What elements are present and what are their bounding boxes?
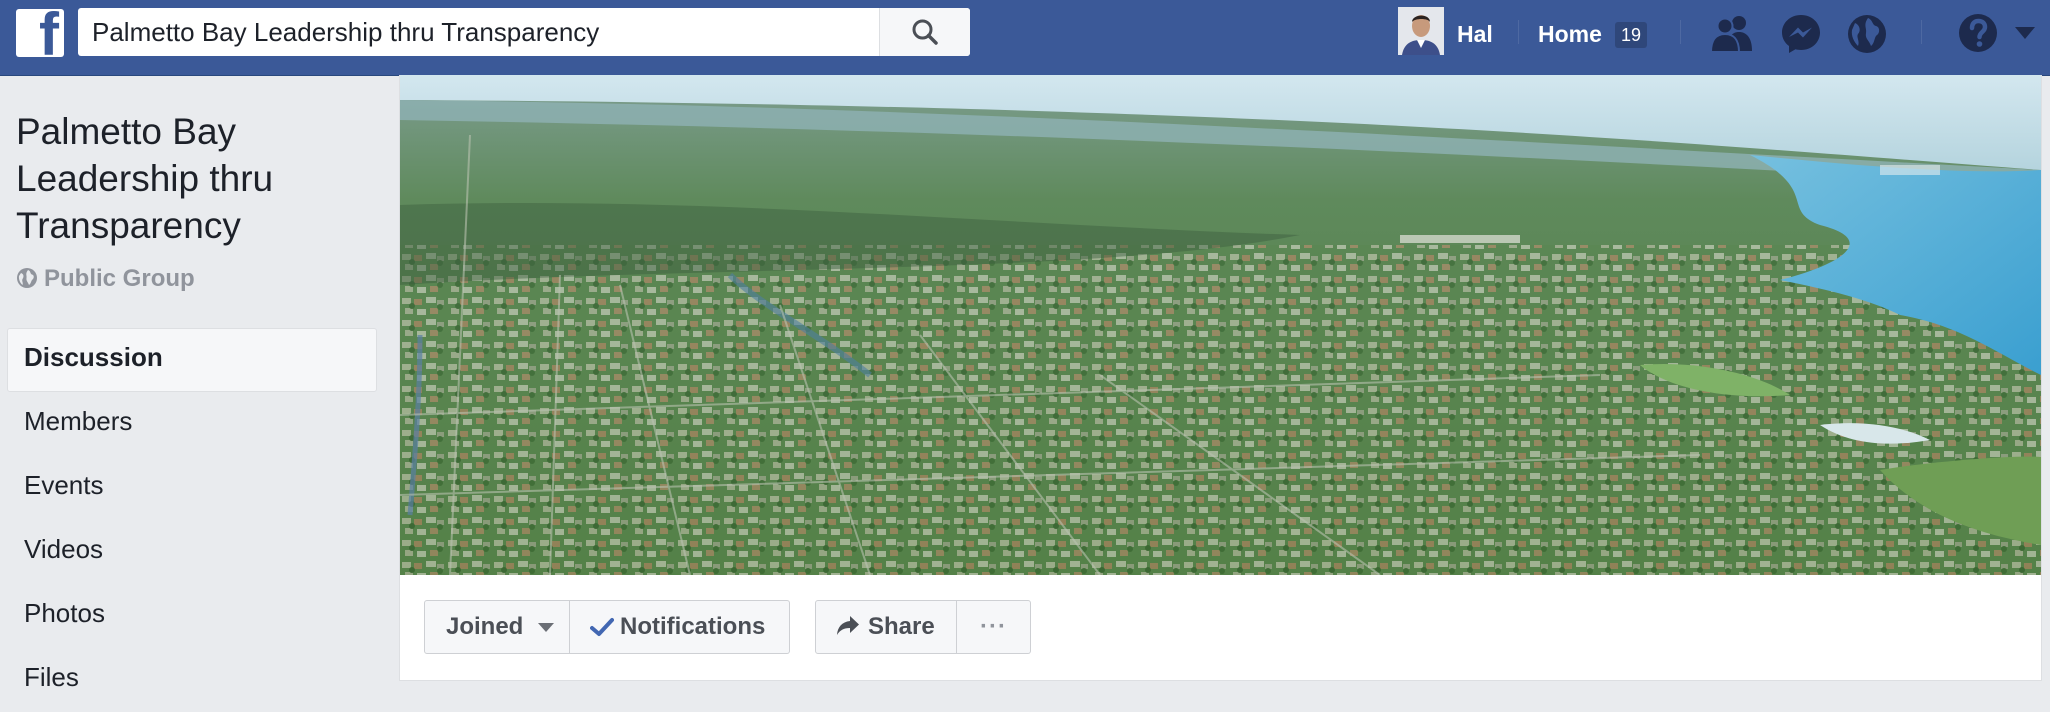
joined-button[interactable]: Joined: [424, 600, 570, 654]
notifications-button[interactable]: Notifications: [570, 600, 790, 654]
profile-name[interactable]: Hal: [1457, 3, 1493, 65]
group-title[interactable]: Palmetto Bay Leadership thru Transparenc…: [16, 108, 376, 249]
sidebar-item-discussion[interactable]: Discussion: [7, 328, 377, 392]
group-privacy-label: Public Group: [44, 265, 195, 292]
sidebar-item-files[interactable]: Files: [7, 648, 377, 712]
cover-photo[interactable]: [400, 75, 2041, 575]
sidebar-item-photos[interactable]: Photos: [7, 584, 377, 648]
divider: [1518, 20, 1519, 44]
friend-requests-icon[interactable]: [1708, 13, 1756, 53]
search-button[interactable]: [879, 8, 970, 56]
home-count-badge: 19: [1615, 22, 1647, 48]
search-bar[interactable]: Palmetto Bay Leadership thru Transparenc…: [78, 8, 970, 56]
divider: [1921, 20, 1922, 44]
sidebar-item-members[interactable]: Members: [7, 392, 377, 456]
globe-icon: [17, 268, 37, 288]
share-label: Share: [868, 613, 935, 640]
group-header-card: Joined Notifications Share ···: [399, 75, 2042, 681]
divider: [1680, 20, 1681, 44]
group-sidebar-nav: Discussion Members Events Videos Photos …: [7, 328, 377, 712]
avatar[interactable]: [1398, 7, 1444, 55]
notifications-label: Notifications: [620, 613, 766, 640]
share-button[interactable]: Share: [815, 600, 957, 654]
home-link[interactable]: Home: [1538, 3, 1602, 65]
search-input[interactable]: Palmetto Bay Leadership thru Transparenc…: [92, 8, 599, 56]
messenger-icon[interactable]: [1780, 13, 1822, 55]
top-navigation-bar: f Palmetto Bay Leadership thru Transpare…: [0, 0, 2050, 76]
joined-label: Joined: [446, 613, 524, 640]
chevron-down-icon: [538, 623, 555, 632]
facebook-logo-icon[interactable]: f: [16, 5, 64, 65]
check-icon: [590, 618, 614, 636]
sidebar-item-events[interactable]: Events: [7, 456, 377, 520]
more-options-button[interactable]: ···: [957, 600, 1031, 654]
group-privacy: Public Group: [16, 264, 195, 294]
help-icon[interactable]: [1958, 13, 1998, 53]
search-icon: [912, 19, 938, 45]
notifications-globe-icon[interactable]: [1846, 13, 1888, 55]
sidebar-item-videos[interactable]: Videos: [7, 520, 377, 584]
account-menu-arrow-icon[interactable]: [2014, 26, 2036, 40]
share-arrow-icon: [837, 616, 859, 635]
